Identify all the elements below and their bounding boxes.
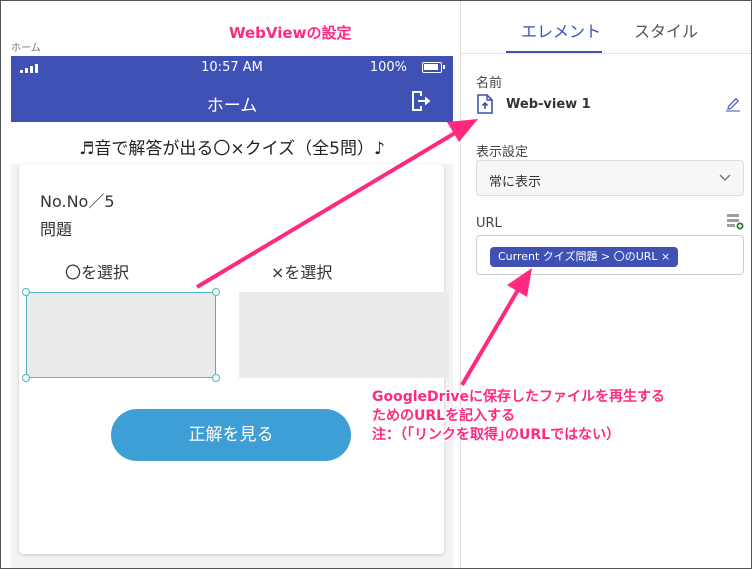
annotation-note-line: 注：（｢リンクを取得｣のURLではない）: [372, 427, 621, 443]
webview-x[interactable]: [239, 292, 449, 378]
url-input[interactable]: Current クイズ問題 > 〇のURL ×: [476, 235, 744, 275]
webview-file-icon: [477, 94, 493, 114]
name-label: 名前: [476, 76, 503, 91]
resize-handle-bottom-right[interactable]: [212, 374, 220, 382]
resize-handle-bottom-left[interactable]: [22, 374, 30, 382]
annotation-title: WebViewの設定: [229, 24, 352, 42]
logout-icon[interactable]: [409, 89, 433, 113]
screen-label: ホーム: [11, 43, 41, 54]
question-label: 問題: [40, 220, 73, 239]
panel-divider: [460, 1, 461, 568]
annotation-note-line: ためのURLを記入する: [372, 408, 516, 424]
page-title: ホーム: [206, 96, 258, 116]
annotation-note-line: GoogleDriveに保存したファイルを再生する: [372, 389, 665, 405]
phone-preview: 10:57 AM 100% ホーム ♬音で解答が出る〇×クイズ（全5問）♪ No…: [11, 56, 453, 568]
tabs-separator: [461, 53, 751, 54]
resize-handle-top-left[interactable]: [22, 288, 30, 296]
visibility-value: 常に表示: [489, 175, 542, 190]
webview-o-selected[interactable]: [22, 288, 220, 382]
visibility-select[interactable]: 常に表示: [476, 160, 744, 196]
question-number: No.No／5: [40, 192, 115, 211]
status-bar: 10:57 AM 100%: [11, 56, 453, 80]
url-label: URL: [476, 216, 502, 231]
app-header: ホーム: [11, 80, 453, 122]
chevron-down-icon: [719, 174, 731, 181]
option-x-label: ×を選択: [271, 263, 333, 282]
resize-handle-top-right[interactable]: [212, 288, 220, 296]
quiz-title: ♬音で解答が出る〇×クイズ（全5問）♪: [11, 122, 453, 164]
pencil-icon[interactable]: [725, 96, 741, 112]
element-name: Web-view 1: [506, 97, 591, 112]
url-binding-chip[interactable]: Current クイズ問題 > 〇のURL ×: [490, 247, 679, 267]
battery-percent: 100%: [369, 60, 407, 75]
annotation-note: GoogleDriveに保存したファイルを再生する ためのURLを記入する 注：…: [372, 388, 665, 445]
tab-element[interactable]: エレメント: [521, 18, 601, 42]
display-setting-label: 表示設定: [476, 145, 529, 160]
question-card: No.No／5 問題 〇を選択 ×を選択 正解を見る: [19, 164, 449, 554]
show-answer-button[interactable]: 正解を見る: [111, 409, 351, 461]
database-add-icon[interactable]: [726, 212, 744, 230]
option-o-label: 〇を選択: [65, 263, 130, 282]
tab-style[interactable]: スタイル: [634, 18, 698, 42]
battery-icon: [422, 62, 445, 73]
